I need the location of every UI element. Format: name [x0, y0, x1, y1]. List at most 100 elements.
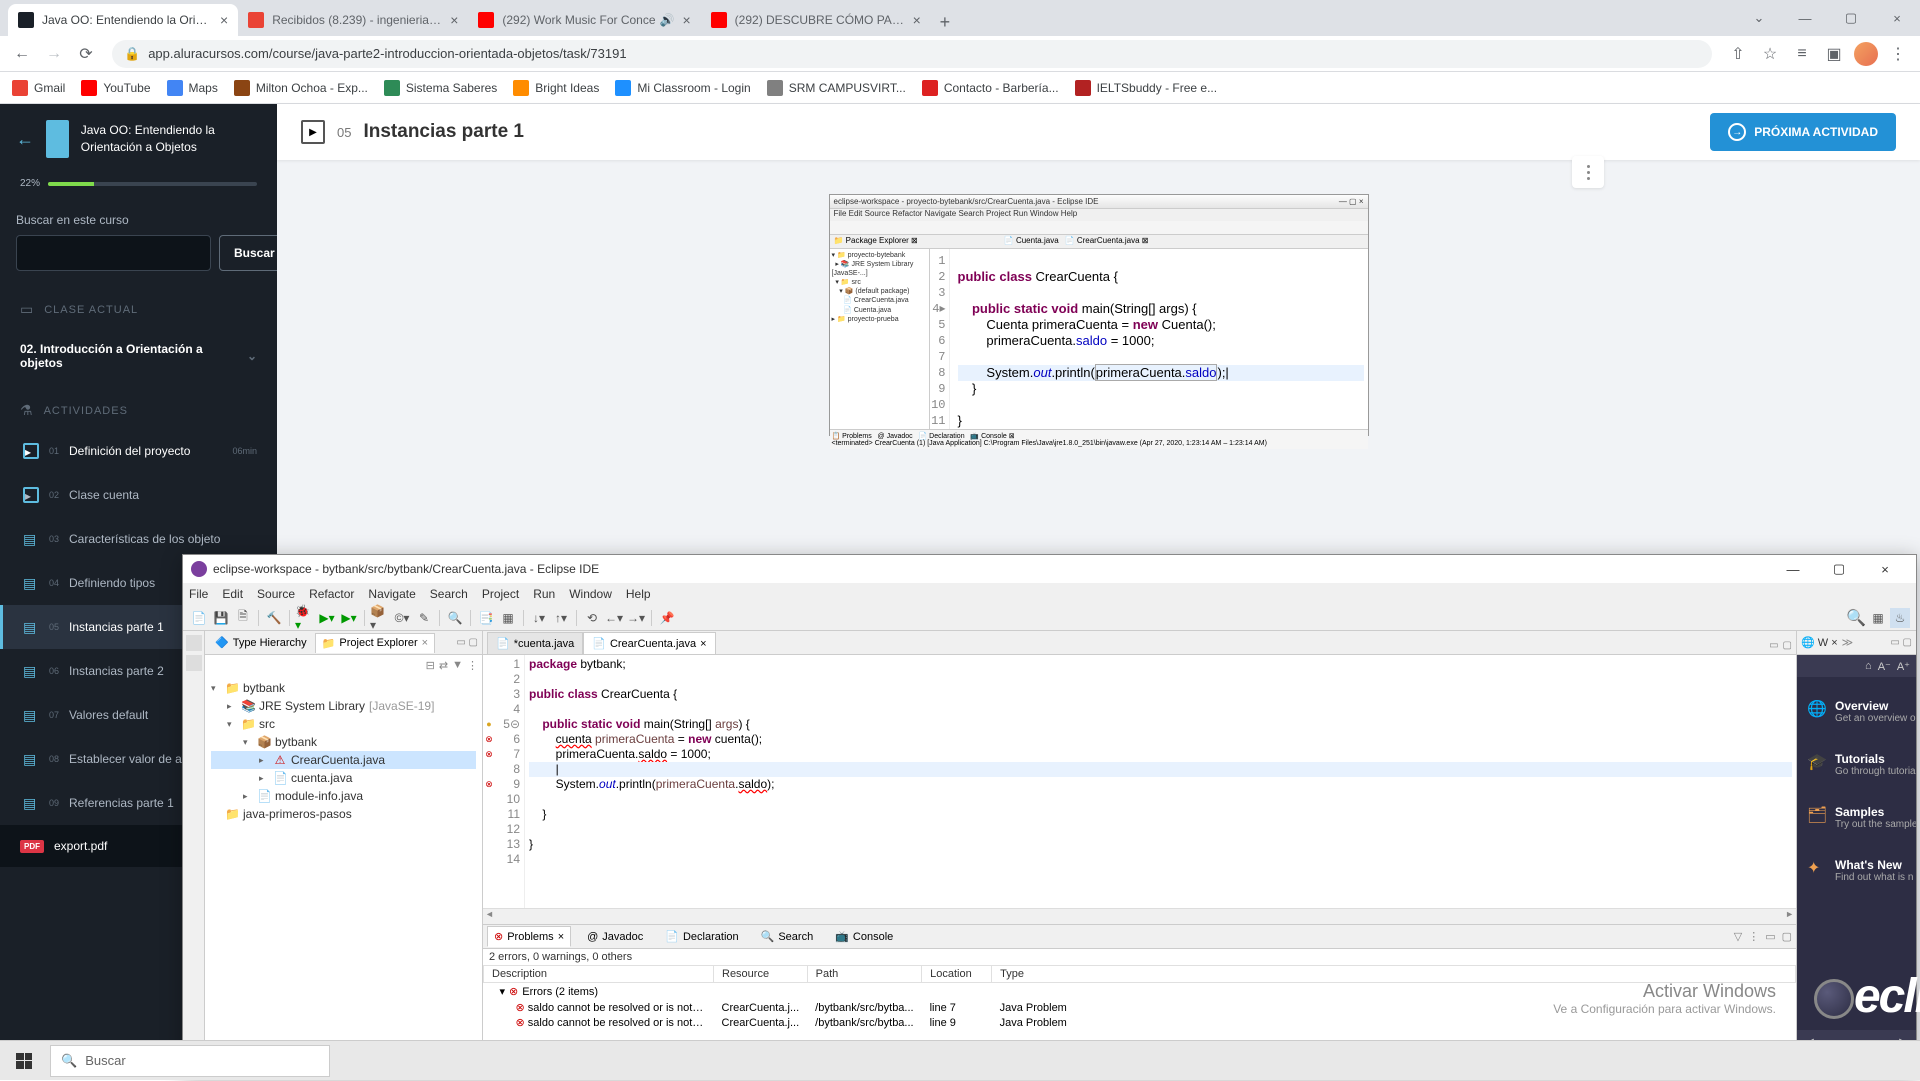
zoom-out-icon[interactable]: A⁻ [1878, 660, 1891, 673]
lesson-video[interactable]: eclipse-workspace - proyecto-bytebank/sr… [607, 194, 1590, 436]
tree-jre[interactable]: ▸📚JRE System Library [JavaSE-19] [211, 697, 476, 715]
view-menu-icon[interactable]: ⋮ [467, 659, 478, 672]
type-hierarchy-tab[interactable]: 🔷 Type Hierarchy [209, 633, 313, 652]
welcome-whatsnew[interactable]: ✦What's NewFind out what is n [1803, 844, 1910, 897]
home-icon[interactable]: ⌂ [1865, 660, 1872, 672]
project-explorer-tab[interactable]: 📁 Project Explorer × [315, 633, 435, 653]
chapter-toggle[interactable]: 02. Introducción a Orientación a objetos… [0, 328, 277, 384]
tree-src[interactable]: ▾📁src [211, 715, 476, 733]
problems-tab[interactable]: ⊗Problems × [487, 926, 571, 947]
taskbar-search[interactable]: 🔍 Buscar [50, 1045, 330, 1077]
welcome-samples[interactable]: 🗂SamplesTry out the sample [1803, 791, 1910, 844]
star-icon[interactable]: ☆ [1756, 40, 1784, 68]
back-arrow-icon[interactable]: ← [16, 129, 34, 150]
tree-file[interactable]: ▸📄cuenta.java [211, 769, 476, 787]
close-icon[interactable]: × [913, 12, 921, 28]
eclipse-titlebar[interactable]: eclipse-workspace - bytbank/src/bytbank/… [183, 555, 1916, 583]
course-search-input[interactable] [16, 235, 211, 271]
open-perspective-icon[interactable]: ▦ [1868, 608, 1888, 628]
horizontal-scrollbar[interactable] [483, 908, 1796, 924]
maximize-icon[interactable]: ▢ [1782, 930, 1792, 943]
maximize-button[interactable]: ▢ [1816, 555, 1862, 583]
open-type-icon[interactable]: ✎ [414, 608, 434, 628]
menu-run[interactable]: Run [533, 587, 555, 601]
tree-project[interactable]: 📁java-primeros-pasos [211, 805, 476, 823]
chevron-down-icon[interactable]: ⌄ [1736, 0, 1782, 36]
restore-view-icon[interactable] [186, 655, 202, 671]
sidepanel-icon[interactable]: ▣ [1820, 40, 1848, 68]
tree-package[interactable]: ▾📦bytbank [211, 733, 476, 751]
prev-annotation-icon[interactable]: ↑▾ [551, 608, 571, 628]
quick-access-icon[interactable]: 🔍 [1846, 608, 1866, 628]
menu-edit[interactable]: Edit [222, 587, 243, 601]
minimize-icon[interactable]: ▭ [1769, 640, 1778, 651]
coverage-icon[interactable]: ▶▾ [339, 608, 359, 628]
zoom-in-icon[interactable]: A⁺ [1897, 660, 1910, 673]
profile-button[interactable] [1852, 40, 1880, 68]
search-tab[interactable]: 🔍 Search [755, 927, 820, 946]
welcome-tutorials[interactable]: 🎓TutorialsGo through tutoria [1803, 738, 1910, 791]
java-perspective-icon[interactable]: ♨ [1890, 608, 1910, 628]
menu-source[interactable]: Source [257, 587, 295, 601]
editor-tab[interactable]: 📄 *cuenta.java [487, 632, 583, 654]
toggle-block-icon[interactable]: ▦ [498, 608, 518, 628]
forward-history-icon[interactable]: →▾ [626, 608, 646, 628]
audio-icon[interactable]: 🔊 [660, 13, 675, 27]
col-description[interactable]: Description [484, 966, 714, 983]
menu-help[interactable]: Help [626, 587, 651, 601]
collapse-all-icon[interactable]: ⊟ [426, 659, 435, 672]
next-activity-button[interactable]: →PRÓXIMA ACTIVIDAD [1710, 113, 1896, 151]
declaration-tab[interactable]: 📄 Declaration [659, 927, 744, 946]
tree-file-selected[interactable]: ▸⚠CrearCuenta.java [211, 751, 476, 769]
tree-project[interactable]: ▾📁bytbank [211, 679, 476, 697]
col-location[interactable]: Location [922, 966, 992, 983]
filter-icon[interactable]: ▽ [1734, 930, 1742, 943]
problem-row[interactable]: ⊗ saldo cannot be resolved or is not a f… [484, 1015, 1796, 1030]
address-bar[interactable]: 🔒 app.aluracursos.com/course/java-parte2… [112, 40, 1712, 68]
debug-icon[interactable]: 🐞▾ [295, 608, 315, 628]
browser-tab[interactable]: (292) DESCUBRE CÓMO PASÉ DE × [701, 4, 931, 36]
menu-file[interactable]: File [189, 587, 208, 601]
save-icon[interactable]: 💾 [211, 608, 231, 628]
menu-window[interactable]: Window [569, 587, 612, 601]
close-icon[interactable]: × [700, 638, 706, 650]
reading-list-icon[interactable]: ≡ [1788, 40, 1816, 68]
javadoc-tab[interactable]: @ Javadoc [581, 928, 649, 946]
new-icon[interactable]: 📄 [189, 608, 209, 628]
errors-group-toggle[interactable]: ▾⊗Errors (2 items) [492, 984, 1788, 999]
toggle-mark-icon[interactable]: 📑 [476, 608, 496, 628]
bookmark-classroom[interactable]: Mi Classroom - Login [615, 80, 750, 96]
run-icon[interactable]: ▶▾ [317, 608, 337, 628]
bookmark-saberes[interactable]: Sistema Saberes [384, 80, 497, 96]
bookmark-gmail[interactable]: Gmail [12, 80, 65, 96]
close-icon[interactable]: × [682, 12, 690, 28]
minimize-button[interactable]: — [1782, 0, 1828, 36]
console-tab[interactable]: 📺 Console [829, 927, 899, 946]
col-resource[interactable]: Resource [714, 966, 808, 983]
editor-tab-active[interactable]: 📄 CrearCuenta.java × [583, 632, 715, 654]
view-menu-icon[interactable]: ⋮ [1748, 930, 1759, 943]
welcome-tab[interactable]: 🌐 W × [1801, 636, 1838, 649]
share-icon[interactable]: ⇧ [1724, 40, 1752, 68]
browser-tab[interactable]: (292) Work Music For Conce 🔊 × [468, 4, 700, 36]
back-history-icon[interactable]: ←▾ [604, 608, 624, 628]
activity-item[interactable]: ▸01Definición del proyecto06min [0, 429, 277, 473]
filter-icon[interactable]: ▼ [452, 659, 463, 671]
tree-module[interactable]: ▸📄module-info.java [211, 787, 476, 805]
activity-item[interactable]: ▸02Clase cuenta [0, 473, 277, 517]
menu-navigate[interactable]: Navigate [368, 587, 415, 601]
minimize-button[interactable]: — [1770, 555, 1816, 583]
search-button[interactable]: Buscar↗ [219, 235, 277, 271]
start-button[interactable] [0, 1041, 48, 1081]
bookmark-barberia[interactable]: Contacto - Barbería... [922, 80, 1059, 96]
browser-tab-active[interactable]: Java OO: Entendiendo la Orienta × [8, 4, 238, 36]
code-editor[interactable]: ●⊗⊗⊗ 12345⊝67891011121314 package bytban… [483, 655, 1796, 908]
close-icon[interactable]: × [422, 637, 428, 649]
last-edit-icon[interactable]: ⟲ [582, 608, 602, 628]
minimize-icon[interactable]: ▭ ▢ [1890, 637, 1912, 648]
welcome-overview[interactable]: 🌐OverviewGet an overview o [1803, 685, 1910, 738]
browser-tab[interactable]: Recibidos (8.239) - ingenieriaagri × [238, 4, 468, 36]
menu-button[interactable]: ⋮ [1884, 40, 1912, 68]
menu-project[interactable]: Project [482, 587, 519, 601]
bookmark-milton[interactable]: Milton Ochoa - Exp... [234, 80, 368, 96]
